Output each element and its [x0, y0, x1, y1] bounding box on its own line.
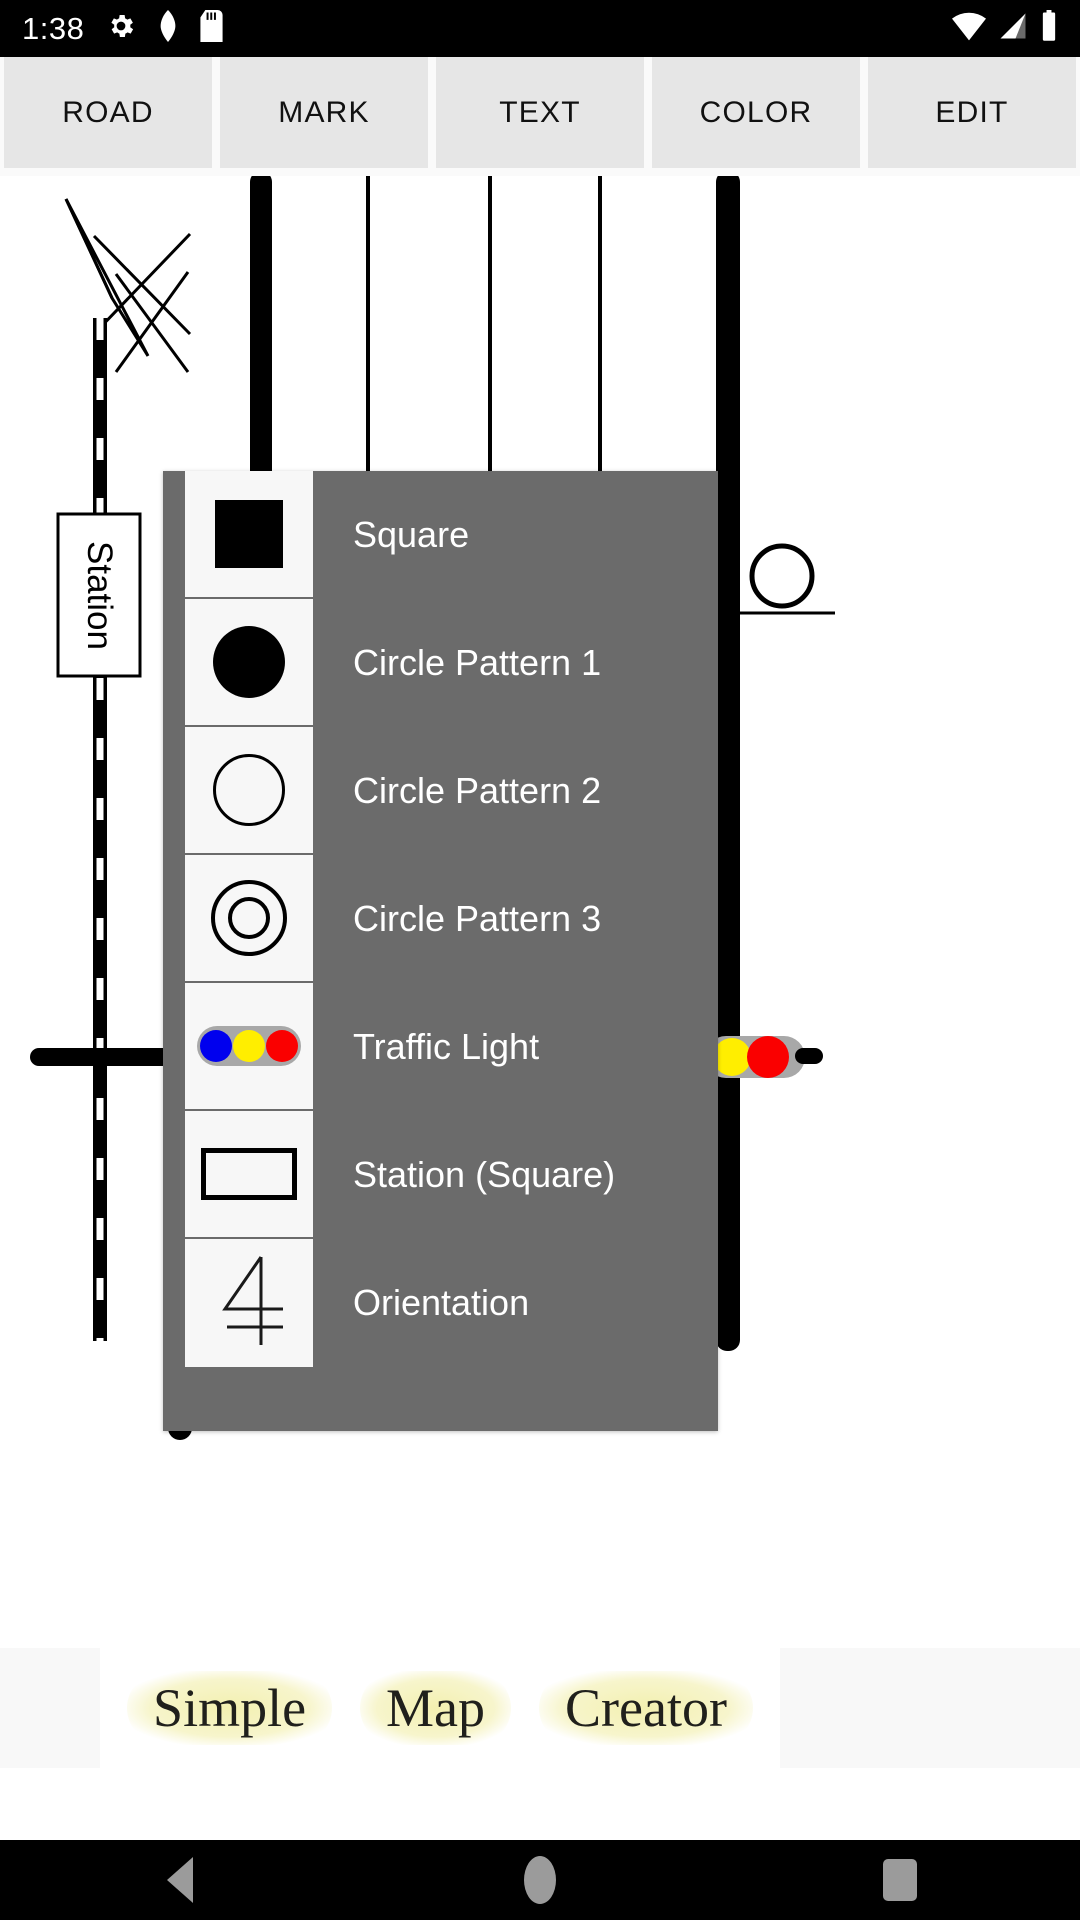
map-canvas[interactable]: Square Circle Pattern 1 Circle Pattern 2… [0, 176, 1080, 1648]
battery-icon [1040, 10, 1058, 47]
tab-mark[interactable]: MARK [220, 57, 428, 168]
gear-icon [106, 11, 136, 46]
menu-label-circle-pattern-3: Circle Pattern 3 [353, 898, 602, 939]
status-right-icons [952, 10, 1058, 47]
menu-thumb-circle-pattern-3 [185, 855, 313, 983]
menu-label-orientation: Orientation [353, 1282, 530, 1323]
nav-home-button[interactable] [480, 1840, 600, 1920]
menu-item-traffic-light[interactable]: Traffic Light [163, 983, 718, 1111]
station-label-value: Station [80, 540, 119, 650]
watermark-strip-left [0, 1648, 100, 1768]
watermark-strip-right [780, 1648, 1080, 1768]
station-label-text: Station [58, 514, 140, 676]
nav-recents-button[interactable] [840, 1840, 960, 1920]
double-circle-icon [211, 880, 287, 956]
orientation-north-icon [203, 1249, 295, 1358]
menu-label-square: Square [353, 514, 470, 555]
menu-thumb-square [185, 471, 313, 599]
app-screen: 1:38 ROAD MARK TEXT COLOR EDIT Square Ci… [0, 0, 1080, 1920]
status-clock: 1:38 [22, 10, 85, 46]
menu-item-orientation[interactable]: Orientation [163, 1239, 718, 1367]
tab-text[interactable]: TEXT [436, 57, 644, 168]
sd-card-icon [200, 10, 223, 47]
circle-marker-right [737, 543, 835, 615]
filled-square-icon [215, 500, 283, 568]
tab-edit[interactable]: EDIT [868, 57, 1076, 168]
traffic-lamp-blue [200, 1030, 233, 1062]
traffic-light-right [705, 1036, 823, 1078]
traffic-light-icon [197, 1026, 301, 1066]
tab-bar: ROAD MARK TEXT COLOR EDIT [0, 57, 1080, 176]
orientation-marker [64, 198, 192, 373]
menu-item-circle-pattern-1[interactable]: Circle Pattern 1 [163, 599, 718, 727]
outline-circle-icon [213, 754, 285, 826]
square-recents-icon [883, 1859, 917, 1901]
watermark-word-simple: Simple [127, 1671, 333, 1745]
status-left-icons [106, 10, 223, 47]
nav-back-button[interactable] [120, 1840, 240, 1920]
menu-thumb-station-square [185, 1111, 313, 1239]
watermark-word-creator: Creator [539, 1671, 753, 1745]
mark-type-dropdown-menu[interactable]: Square Circle Pattern 1 Circle Pattern 2… [163, 471, 718, 1431]
menu-thumb-circle-pattern-2 [185, 727, 313, 855]
station-rectangle-icon [201, 1148, 297, 1200]
menu-label-circle-pattern-1: Circle Pattern 1 [353, 642, 602, 683]
triangle-back-icon [167, 1857, 193, 1903]
menu-label-circle-pattern-2: Circle Pattern 2 [353, 770, 602, 811]
status-bar: 1:38 [0, 0, 1080, 57]
shield-icon [155, 10, 181, 47]
menu-item-circle-pattern-2[interactable]: Circle Pattern 2 [163, 727, 718, 855]
watermark-word-map: Map [360, 1671, 512, 1745]
tab-road[interactable]: ROAD [4, 57, 212, 168]
menu-thumb-traffic-light [185, 983, 313, 1111]
menu-thumb-orientation [185, 1239, 313, 1367]
menu-label-traffic-light: Traffic Light [353, 1026, 540, 1067]
menu-label-station-square: Station (Square) [353, 1154, 616, 1195]
traffic-lamp-yellow [232, 1030, 265, 1062]
filled-circle-icon [213, 626, 285, 698]
watermark: Simple Map Creator [100, 1648, 780, 1768]
menu-item-square[interactable]: Square [163, 471, 718, 599]
menu-thumb-circle-pattern-1 [185, 599, 313, 727]
tab-color[interactable]: COLOR [652, 57, 860, 168]
traffic-lamp-red [265, 1030, 298, 1062]
circle-home-icon [524, 1856, 556, 1904]
cellular-signal-icon [998, 11, 1028, 46]
menu-item-station-square[interactable]: Station (Square) [163, 1111, 718, 1239]
menu-item-circle-pattern-3[interactable]: Circle Pattern 3 [163, 855, 718, 983]
wifi-icon [952, 11, 986, 46]
android-navigation-bar [0, 1840, 1080, 1920]
